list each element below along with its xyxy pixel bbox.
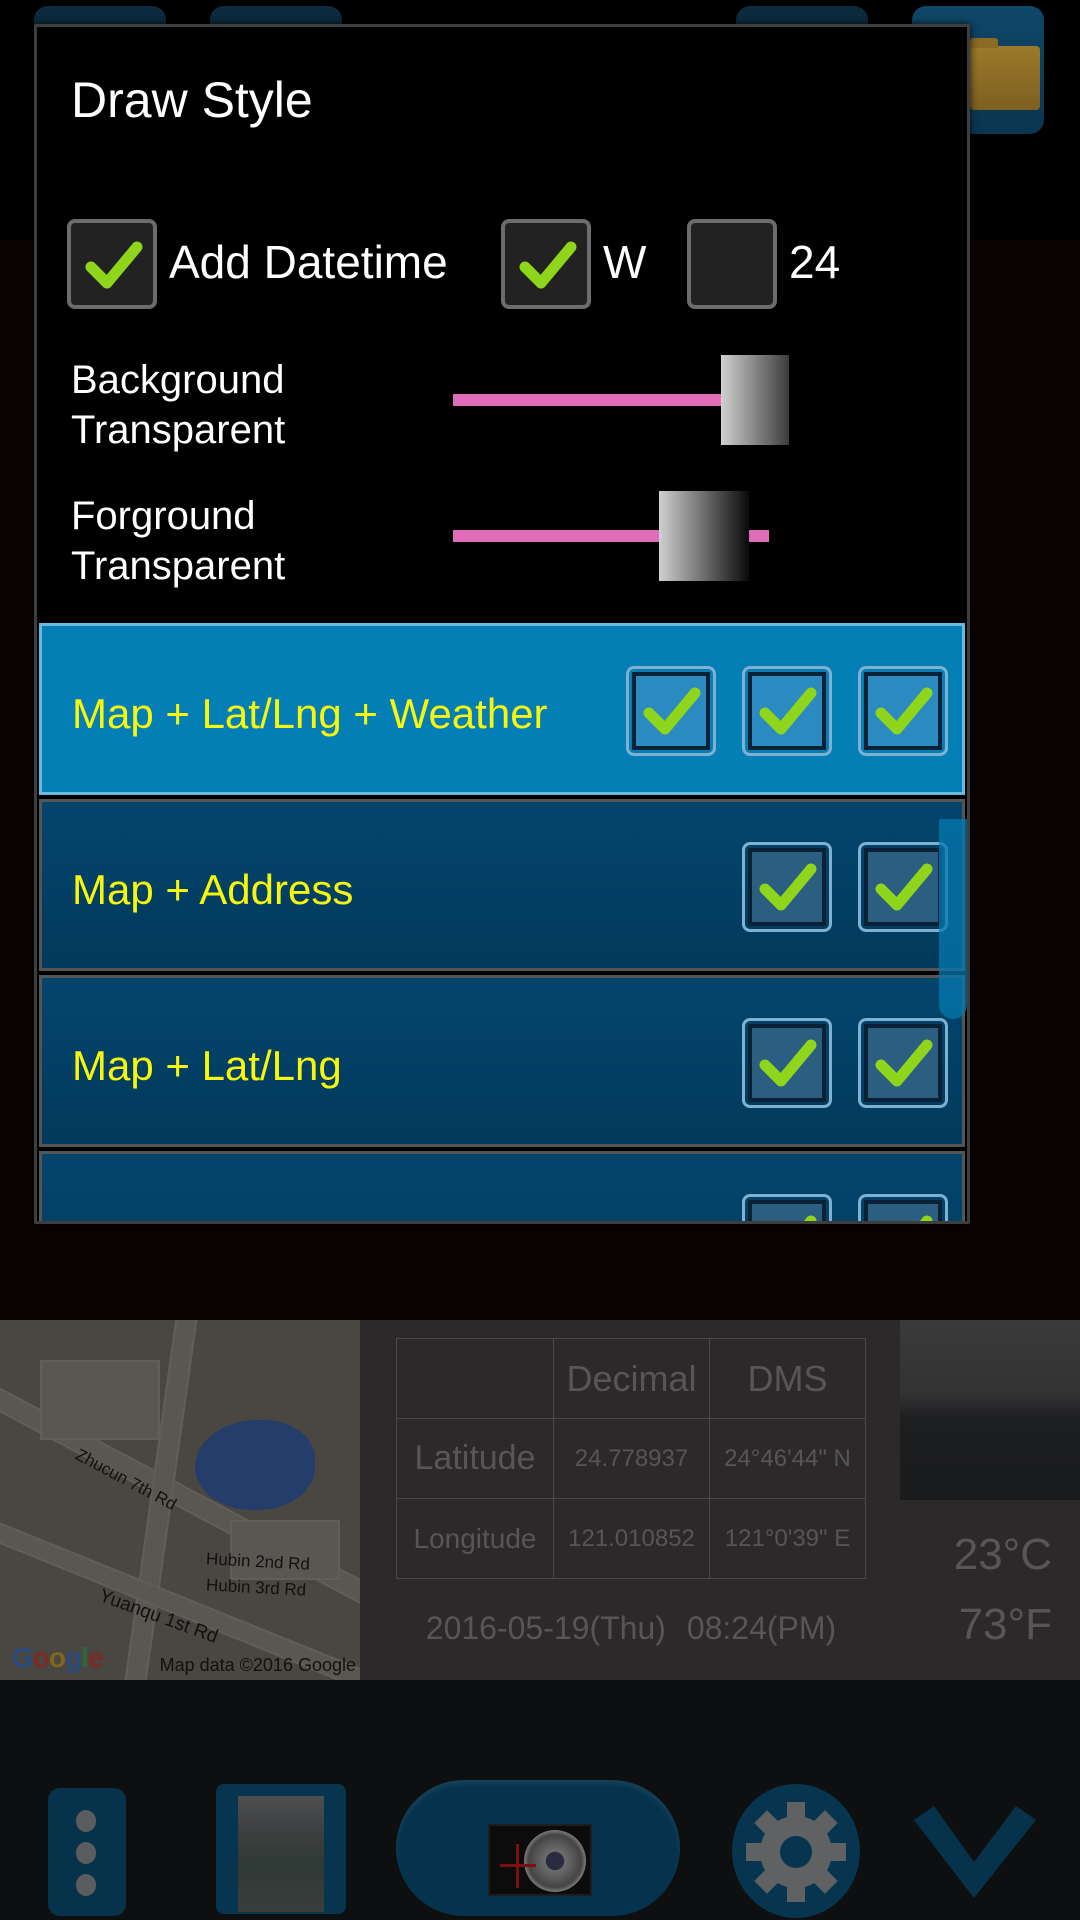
row-label: Longitude [396,1498,554,1579]
checkmark-icon [875,687,933,735]
latitude-decimal: 24.778937 [553,1418,710,1499]
checkmark-icon [875,1039,933,1087]
weekday-checkbox[interactable] [501,219,591,309]
shutter-button[interactable] [396,1780,680,1916]
draw-style-checkbox[interactable] [742,1018,832,1108]
checkmark-icon [803,1215,817,1221]
draw-style-label: Map + Address [72,866,354,913]
label-line: Transparent [71,408,286,452]
last-photo-thumbnail-button[interactable] [216,1784,346,1914]
map-attribution: Map data ©2016 Google [159,1655,356,1675]
checkmark-icon [914,1806,1036,1898]
add-datetime-label: Add Datetime [169,236,448,288]
dialog-title: Draw Style [71,72,313,128]
draw-style-checkbox[interactable] [742,666,832,756]
draw-style-checkbox[interactable] [858,1194,948,1221]
draw-style-item[interactable] [39,1151,965,1221]
draw-style-checkbox[interactable] [742,1194,832,1221]
table-header: DMS [709,1338,866,1419]
table-header [396,1338,554,1419]
more-menu-button[interactable] [48,1788,126,1916]
draw-style-checkbox[interactable] [742,842,832,932]
row-label: Latitude [396,1418,554,1499]
camera-icon [488,1824,592,1896]
foreground-transparency-label: Forground Transparent [71,491,285,591]
table-row: Latitude 24.778937 24°46'44" N [396,1418,866,1499]
table-header-row: Decimal DMS [396,1338,866,1419]
checkmark-icon [759,1039,817,1087]
draw-style-item[interactable]: Map + Address [39,799,965,971]
checkmark-icon [85,241,143,289]
add-datetime-checkbox[interactable] [67,219,157,309]
weather-cloud-icon [900,1320,1080,1500]
street-label: Hubin 2nd Rd [205,1549,311,1574]
label-line: Forground [71,494,256,538]
draw-style-checkbox[interactable] [858,666,948,756]
checkmark-icon [919,1215,933,1221]
weekday-label: W [603,236,647,288]
24-hour-label: 24 [789,236,841,288]
label-line: Background [71,358,285,402]
checkmark-icon [643,687,701,735]
slider-thumb[interactable] [659,491,750,581]
24-hour-checkbox[interactable] [687,219,777,309]
draw-style-checkbox[interactable] [858,1018,948,1108]
longitude-dms: 121°0'39" E [709,1498,866,1579]
temperature-fahrenheit: 73°F [958,1600,1052,1649]
bottom-toolbar [0,1680,1080,1920]
foreground-transparency-slider[interactable] [453,491,769,581]
photo-thumbnail-icon [238,1796,324,1912]
datetime-stamp: 2016-05-19(Thu) 08:24(PM) [425,1610,837,1646]
draw-style-checkbox[interactable] [626,666,716,756]
confirm-button[interactable] [910,1800,1040,1900]
background-transparency-slider[interactable] [453,355,789,445]
longitude-decimal: 121.010852 [553,1498,710,1579]
folder-icon [970,38,1040,110]
draw-style-dialog: Draw Style Add Datetime W 24 Background … [34,24,970,1224]
label-line: Transparent [71,544,286,588]
stamp-options: Add Datetime W 24 [67,219,927,311]
checkmark-icon [759,687,817,735]
latitude-dms: 24°46'44" N [709,1418,866,1499]
photo-stamp-preview: Zhucun 7th Rd Hubin 2nd Rd Hubin 3rd Rd … [0,1320,1080,1680]
street-label: Hubin 3rd Rd [205,1575,307,1600]
checkmark-icon [759,863,817,911]
checkmark-icon [875,863,933,911]
gear-icon [746,1802,846,1902]
table-header: Decimal [553,1338,710,1419]
google-logo: Google [12,1642,103,1673]
draw-style-item[interactable]: Map + Lat/Lng [39,975,965,1147]
slider-thumb[interactable] [721,355,789,445]
table-row: Longitude 121.010852 121°0'39" E [396,1498,866,1579]
draw-style-item[interactable]: Map + Lat/Lng + Weather [39,623,965,795]
temperature-celsius: 23°C [953,1530,1052,1579]
background-transparency-label: Background Transparent [71,355,285,455]
map-thumbnail: Zhucun 7th Rd Hubin 2nd Rd Hubin 3rd Rd … [0,1320,360,1680]
lake [195,1420,315,1510]
settings-button[interactable] [732,1784,860,1918]
list-scrollbar[interactable] [939,819,967,1019]
coordinates-table: Decimal DMS Latitude 24.778937 24°46'44"… [396,1338,866,1579]
draw-style-checkbox[interactable] [858,842,948,932]
draw-style-label: Map + Lat/Lng [72,1042,342,1089]
checkmark-icon [519,241,577,289]
draw-style-label: Map + Lat/Lng + Weather [72,690,548,737]
draw-style-list: Map + Lat/Lng Map + Address Map + Lat/Ln… [39,623,967,1221]
